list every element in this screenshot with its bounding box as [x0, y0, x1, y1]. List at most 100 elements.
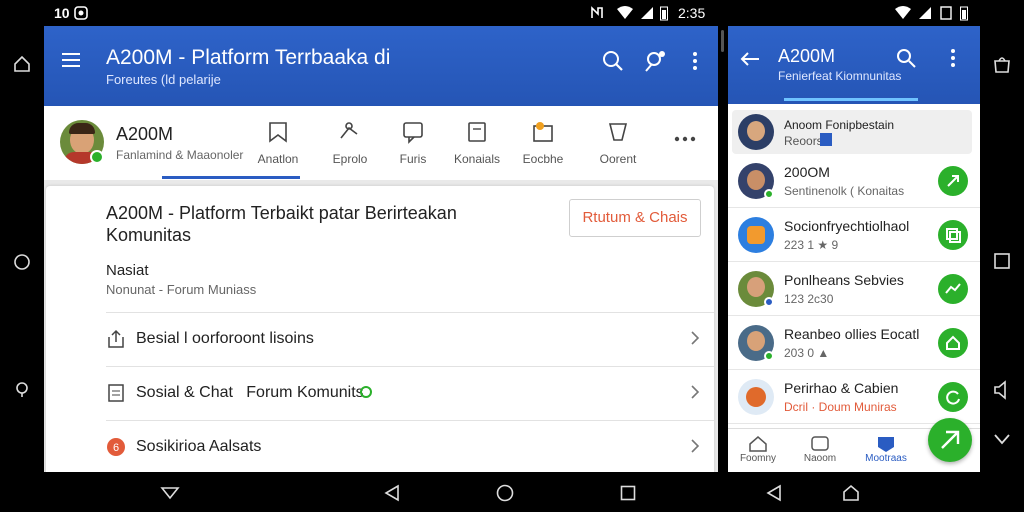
tag-icon	[820, 133, 832, 146]
home-icon[interactable]	[496, 484, 514, 502]
home-outline-icon[interactable]	[12, 54, 32, 74]
sim-icon	[940, 6, 952, 20]
battery-icon	[660, 6, 668, 21]
status-clock: 2:35	[678, 5, 706, 21]
tab-anatlon[interactable]: Anatlon	[243, 120, 313, 166]
card-headline: A200M - Platform Terbaikt patar Berirtea…	[106, 203, 457, 245]
app-title: A200M	[778, 46, 836, 66]
bag-icon[interactable]	[992, 54, 1012, 74]
more-horiz-icon[interactable]	[674, 136, 696, 142]
screen-divider	[718, 0, 728, 512]
contact-list: Anoom Fonipbestain Reoors 200OM Sentinen…	[728, 104, 980, 428]
home-circle-icon[interactable]	[12, 252, 32, 272]
list-item[interactable]: 6 Sosikirioa Aalsats	[106, 422, 714, 474]
status-time: 10	[54, 5, 70, 21]
list-item[interactable]: Besial l oorforoont lisoins	[106, 314, 714, 366]
more-vert-icon[interactable]	[950, 48, 956, 68]
app-bar: A200M Fenierfeat Kiomnunitas	[728, 26, 980, 104]
section-title: Nasiat	[106, 262, 149, 279]
back-icon[interactable]	[384, 484, 400, 502]
alert-icon: 6	[107, 438, 125, 456]
chevron-right-icon	[691, 439, 700, 453]
action-button[interactable]	[938, 220, 968, 250]
list-item[interactable]: Sosial & Chat Forum Komunits	[106, 368, 714, 420]
list-item-label: Sosial & Chat Forum Komunits	[136, 384, 364, 401]
volume-icon[interactable]	[992, 380, 1012, 400]
send-icon	[947, 175, 959, 187]
pinned-meta: Reoors	[784, 134, 823, 148]
tab-konaials[interactable]: Konaials	[442, 120, 512, 166]
cta-button[interactable]: Rtutum & Chais	[569, 199, 701, 237]
app-subtitle: Foreutes (ld pelarije	[106, 72, 221, 87]
avatar	[738, 114, 774, 150]
main-phone-screen: 10 2:35 A200M - Platform Terrbaaka di Fo…	[44, 0, 718, 512]
online-badge	[764, 189, 774, 199]
divider	[106, 420, 714, 421]
divider	[106, 366, 714, 367]
document-icon	[108, 384, 124, 402]
online-badge	[90, 150, 104, 164]
bookmark-icon	[269, 122, 287, 143]
pinned-name: Anoom Fonipbestain	[784, 118, 895, 132]
search-icon[interactable]	[896, 48, 916, 68]
arrow-back-icon[interactable]	[740, 51, 760, 67]
pinned-item[interactable]: Anoom Fonipbestain Reoors	[732, 110, 972, 154]
contact-name: Reanbeo ollies Eocatl	[784, 326, 920, 342]
notification-icon	[74, 6, 88, 20]
action-button[interactable]	[938, 274, 968, 304]
add-user-icon[interactable]	[644, 50, 666, 72]
tab-oorent[interactable]: Oorent	[583, 120, 653, 166]
contact-name: 200OM	[784, 164, 830, 180]
divider	[106, 312, 714, 313]
signal-icon	[641, 7, 653, 19]
bottom-tab-active[interactable]: Mootraas	[856, 435, 916, 464]
chat-bubble-icon	[403, 122, 423, 144]
floating-action-button[interactable]	[928, 418, 972, 462]
action-button[interactable]	[938, 328, 968, 358]
tab-eprolo[interactable]: Eprolo	[315, 120, 385, 166]
more-vert-icon[interactable]	[692, 50, 698, 72]
chevron-right-icon	[691, 385, 700, 399]
bottom-tab-chat[interactable]: Naoom	[790, 435, 850, 464]
status-bar: 10 2:35	[44, 0, 718, 26]
home-icon[interactable]	[842, 484, 860, 502]
active-tab-indicator	[162, 176, 300, 179]
flag-icon	[608, 123, 628, 141]
list-item[interactable]: Perirhao & Cabien Dcril · Doum Muniras	[728, 370, 980, 424]
pin-icon[interactable]	[12, 380, 32, 400]
back-icon[interactable]	[766, 484, 782, 502]
profile-tab-bar: A200M Fanlamind & Maaonoler Anatlon Epro…	[44, 106, 718, 180]
nfc-icon	[591, 6, 603, 18]
chevron-right-icon	[691, 331, 700, 345]
action-button[interactable]	[938, 166, 968, 196]
nav-down-icon[interactable]	[160, 486, 180, 500]
left-system-rail	[0, 0, 44, 512]
list-item[interactable]: Socionfryechtiolhaol 223 1 ★ 9	[728, 208, 980, 262]
battery-icon	[960, 6, 968, 21]
avatar	[738, 217, 774, 253]
second-phone-screen: A200M Fenierfeat Kiomnunitas Anoom Fonip…	[728, 0, 980, 512]
active-tab-indicator	[784, 98, 918, 101]
search-icon[interactable]	[602, 50, 624, 72]
app-title: A200M - Platform Terrbaaka di	[106, 46, 391, 69]
chevron-down-icon[interactable]	[992, 432, 1012, 446]
action-button[interactable]	[938, 382, 968, 412]
info-card: A200M - Platform Terbaikt patar Berirtea…	[46, 186, 714, 476]
copy-icon	[946, 228, 961, 243]
contact-name: Socionfryechtiolhaol	[784, 218, 910, 234]
tab-eocbhe[interactable]: Eocbhe	[508, 120, 578, 166]
list-item[interactable]: Reanbeo ollies Eocatl 203 0 ▲	[728, 316, 980, 370]
recents-icon[interactable]	[993, 252, 1011, 270]
section-subtitle: Nonunat - Forum Muniass	[106, 282, 257, 297]
online-badge	[764, 351, 774, 361]
menu-icon[interactable]	[62, 52, 80, 68]
app-subtitle: Fenierfeat Kiomnunitas	[778, 69, 902, 83]
list-item[interactable]: Ponlheans Sebvies 123 2c30	[728, 262, 980, 316]
bottom-tab-home[interactable]: Foomny	[728, 435, 788, 464]
contact-meta: 223 1 ★ 9	[784, 238, 839, 252]
tab-furis[interactable]: Furis	[378, 120, 448, 166]
profile-name: A200M	[116, 124, 174, 144]
note-icon	[468, 122, 486, 142]
recents-icon[interactable]	[620, 485, 636, 501]
list-item[interactable]: 200OM Sentinenolk ( Konaitas	[728, 154, 980, 208]
